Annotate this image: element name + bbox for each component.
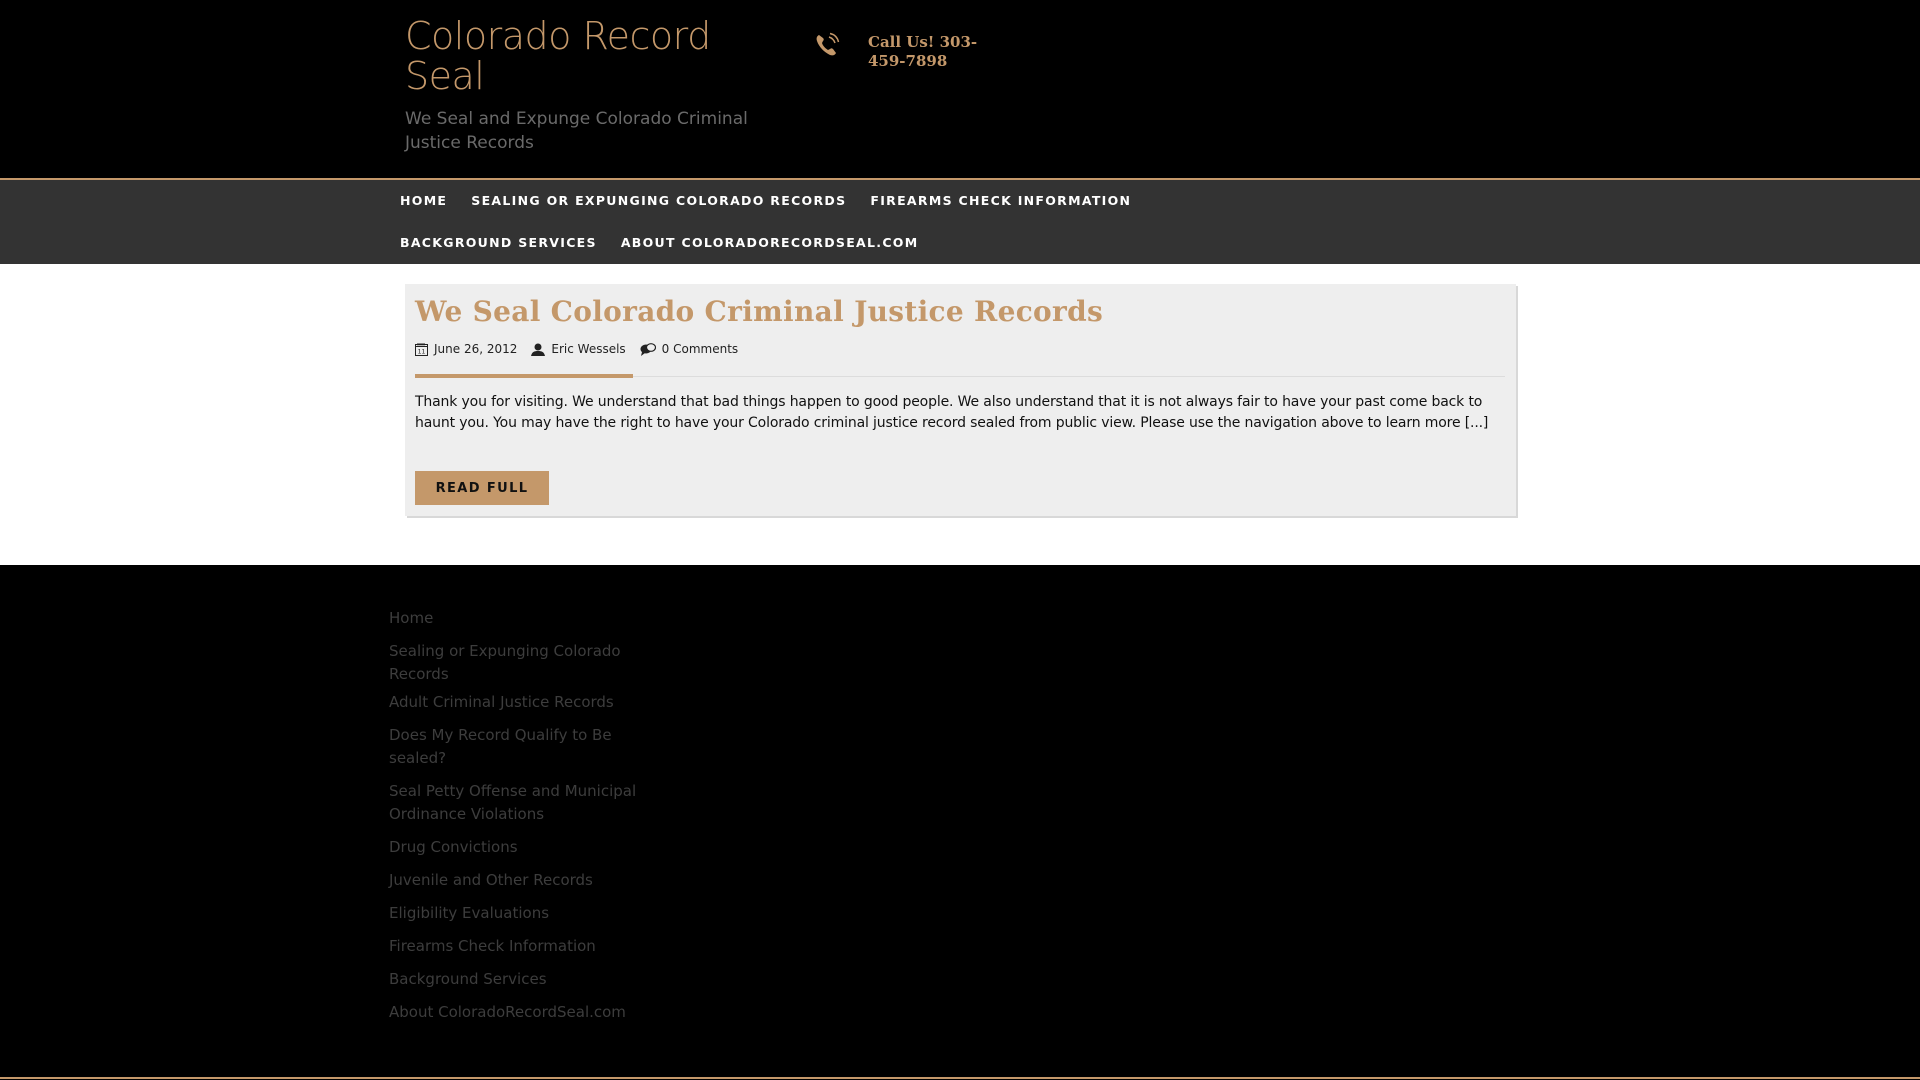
post-comments-link[interactable]: 0 Comments	[662, 342, 739, 356]
nav-item-home[interactable]: Home	[400, 180, 471, 222]
nav-item-about[interactable]: About ColoradoRecordSeal.com	[621, 222, 943, 264]
post-card: We Seal Colorado Criminal Justice Record…	[405, 284, 1516, 516]
site-title[interactable]: Colorado Record Seal	[405, 16, 765, 96]
footer-link-home[interactable]: Home	[389, 607, 659, 630]
post-date: 11 June 26, 2012	[415, 342, 517, 356]
post-comments: 0 Comments	[640, 342, 739, 356]
post-excerpt: Thank you for visiting. We understand th…	[415, 394, 1489, 431]
phone-icon	[814, 32, 840, 58]
main-nav: Home Sealing or Expunging Colorado Recor…	[0, 178, 1920, 264]
svg-text:11: 11	[418, 348, 426, 355]
post-author: Eric Wessels	[531, 342, 626, 356]
footer-link-eligibility[interactable]: Eligibility Evaluations	[389, 902, 659, 925]
nav-item-background[interactable]: Background Services	[400, 222, 621, 264]
footer-link-adult-records[interactable]: Adult Criminal Justice Records	[389, 691, 659, 714]
footer-link-qualify[interactable]: Does My Record Qualify to Be sealed?	[389, 724, 659, 770]
post-author-link[interactable]: Eric Wessels	[551, 342, 625, 356]
comments-icon	[640, 342, 656, 356]
user-icon	[531, 343, 546, 356]
footer-nav: Home Sealing or Expunging Colorado Recor…	[389, 607, 659, 1034]
site-footer: Home Sealing or Expunging Colorado Recor…	[0, 565, 1920, 1080]
footer-link-background[interactable]: Background Services	[389, 968, 659, 991]
post-date-text: June 26, 2012	[434, 342, 518, 356]
footer-link-juvenile[interactable]: Juvenile and Other Records	[389, 869, 659, 892]
calendar-icon: 11	[415, 342, 428, 356]
footer-link-drug-convictions[interactable]: Drug Convictions	[389, 836, 659, 859]
footer-link-firearms[interactable]: Firearms Check Information	[389, 935, 659, 958]
phone-number[interactable]: Call Us! 303-459-7898	[868, 33, 998, 71]
footer-link-petty-offense[interactable]: Seal Petty Offense and Municipal Ordinan…	[389, 780, 659, 826]
nav-list: Home Sealing or Expunging Colorado Recor…	[400, 180, 1300, 264]
post-meta: 11 June 26, 2012 Eric Wessels 0 Comments	[415, 342, 752, 356]
site-header: Colorado Record Seal We Seal and Expunge…	[0, 0, 1920, 178]
footer-link-about[interactable]: About ColoradoRecordSeal.com	[389, 1001, 659, 1024]
read-full-button[interactable]: Read Full	[415, 471, 549, 505]
footer-accent-line	[0, 1077, 1920, 1079]
nav-item-firearms[interactable]: Firearms Check Information	[870, 180, 1155, 222]
site-tagline: We Seal and Expunge Colorado Criminal Ju…	[405, 109, 748, 153]
post-title[interactable]: We Seal Colorado Criminal Justice Record…	[415, 294, 1103, 330]
footer-link-sealing[interactable]: Sealing or Expunging Colorado Records	[389, 640, 659, 686]
nav-item-sealing[interactable]: Sealing or Expunging Colorado Records	[471, 180, 870, 222]
meta-accent-bar	[415, 374, 633, 378]
